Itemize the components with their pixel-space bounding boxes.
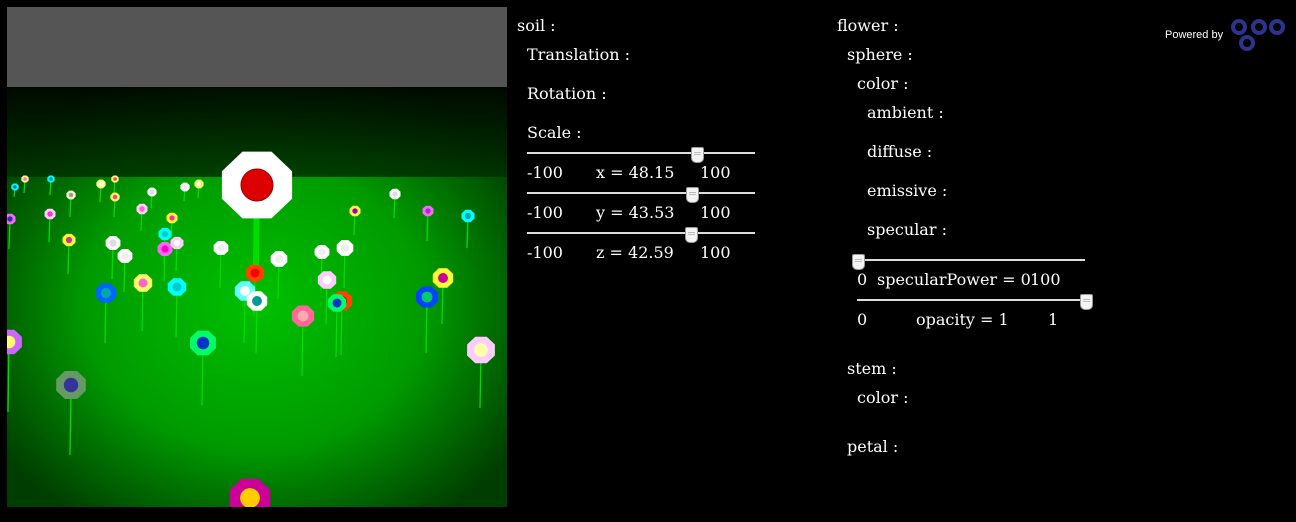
sphere-label[interactable]: sphere : — [847, 45, 913, 65]
slider-thumb[interactable] — [852, 254, 865, 270]
scale-z-min: -100 — [527, 243, 563, 262]
slider-track[interactable] — [857, 259, 1085, 261]
slider-track[interactable] — [527, 152, 755, 154]
specular-power-min: 0 — [857, 270, 868, 289]
stem-color-label[interactable]: color : — [857, 388, 908, 408]
petal-label[interactable]: petal : — [847, 437, 898, 457]
goo-logo-icon — [1231, 19, 1286, 51]
scale-y-min: -100 — [527, 203, 563, 222]
diffuse-label[interactable]: diffuse : — [867, 142, 932, 162]
opacity-min: 0 — [857, 310, 868, 329]
scale-y-value: y = 43.53 — [596, 203, 675, 222]
scale-z-value: z = 42.59 — [596, 243, 674, 262]
slider-track[interactable] — [857, 299, 1085, 301]
scale-label[interactable]: Scale : — [527, 123, 582, 143]
specular-power-slider[interactable] — [852, 254, 1085, 270]
scale-x-min: -100 — [527, 163, 563, 182]
translation-label[interactable]: Translation : — [527, 45, 630, 65]
stem-label[interactable]: stem : — [847, 359, 897, 379]
scale-x-value: x = 48.15 — [596, 163, 675, 182]
slider-track[interactable] — [527, 232, 755, 234]
powered-by-text: Powered by — [1165, 29, 1224, 41]
soil-heading: soil : — [517, 16, 556, 35]
flower-field-scene — [7, 87, 507, 507]
slider-thumb[interactable] — [690, 147, 704, 163]
opacity-max: 1 — [1048, 310, 1059, 329]
slider-thumb[interactable] — [1080, 294, 1093, 310]
scale-y-max: 100 — [700, 203, 731, 222]
specular-label[interactable]: specular : — [867, 220, 947, 240]
specular-power-max: 100 — [1030, 270, 1061, 289]
specular-power-value: specularPower = 0 — [877, 270, 1031, 289]
sphere-color-label[interactable]: color : — [857, 74, 908, 94]
scale-x-max: 100 — [700, 163, 731, 182]
powered-by-badge[interactable]: Powered by — [1165, 18, 1286, 52]
viewport-toolbar — [7, 7, 507, 87]
scale-x-slider[interactable] — [527, 147, 755, 163]
3d-viewport[interactable] — [7, 87, 507, 507]
slider-track[interactable] — [527, 192, 755, 194]
ambient-label[interactable]: ambient : — [867, 103, 944, 123]
emissive-label[interactable]: emissive : — [867, 181, 947, 201]
scale-z-max: 100 — [700, 243, 731, 262]
scale-y-slider[interactable] — [527, 187, 755, 203]
slider-thumb[interactable] — [684, 227, 698, 243]
rotation-label[interactable]: Rotation : — [527, 84, 607, 104]
flower-heading: flower : — [837, 16, 899, 35]
scale-z-slider[interactable] — [527, 227, 755, 243]
opacity-value: opacity = 1 — [916, 310, 1009, 329]
opacity-slider[interactable] — [857, 294, 1093, 310]
slider-thumb[interactable] — [685, 187, 699, 203]
